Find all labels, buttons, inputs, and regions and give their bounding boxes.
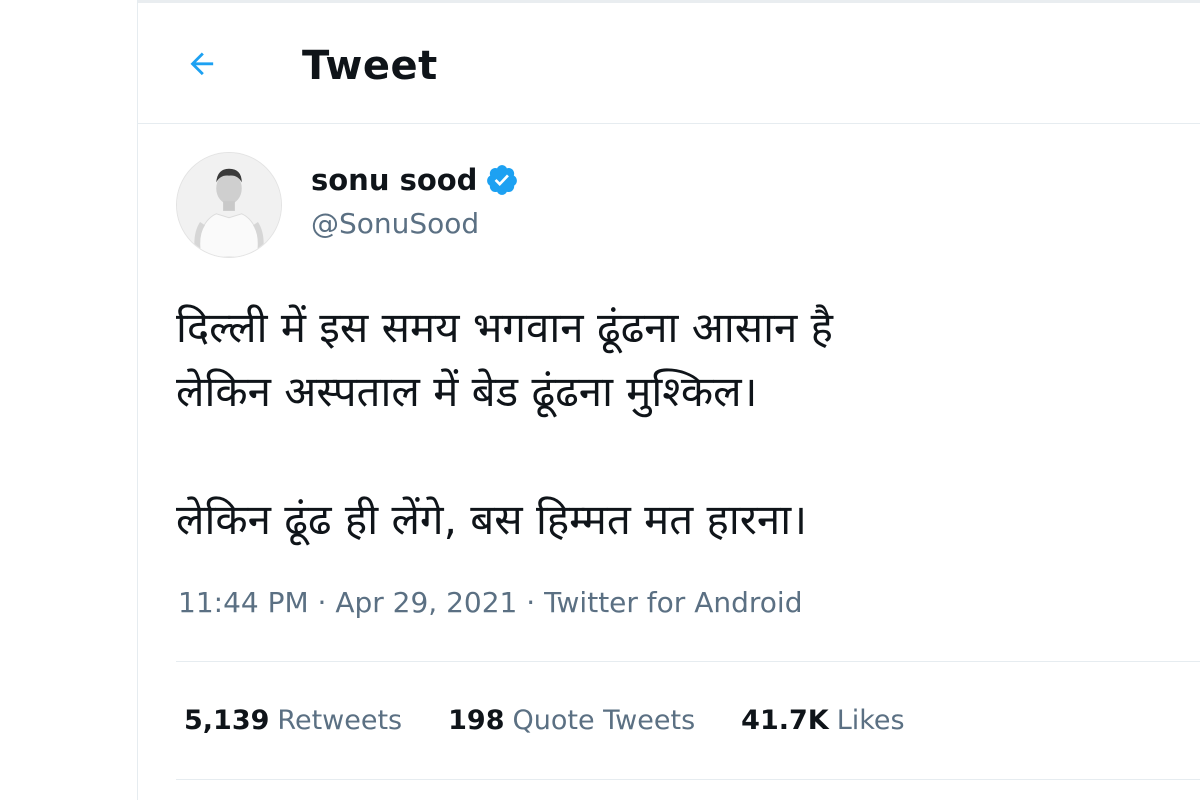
- tweet-line: दिल्ली में इस समय भगवान ढूंढना आसान है: [176, 303, 833, 352]
- arrow-left-icon: [190, 52, 214, 76]
- avatar[interactable]: [176, 152, 282, 258]
- quote-tweets-count: 198: [448, 705, 505, 736]
- divider: [176, 661, 1200, 662]
- retweets-count: 5,139: [184, 705, 270, 736]
- divider: [176, 779, 1200, 780]
- likes-label: Likes: [836, 705, 905, 736]
- quote-tweets-label: Quote Tweets: [512, 705, 696, 736]
- quote-tweets-stat[interactable]: 198 Quote Tweets: [448, 702, 695, 740]
- engagement-stats: 5,139 Retweets 198 Quote Tweets 41.7K Likes: [184, 702, 951, 740]
- back-button[interactable]: [176, 38, 228, 90]
- page-title: Tweet: [302, 43, 438, 89]
- author-name-row[interactable]: sonu sood: [311, 160, 519, 200]
- tweet-text: दिल्ली में इस समय भगवान ढूंढना आसान है ल…: [176, 296, 1176, 552]
- retweets-label: Retweets: [277, 705, 403, 736]
- tweet-header: [138, 3, 1200, 124]
- tweet-timestamp-source[interactable]: 11:44 PM · Apr 29, 2021 · Twitter for An…: [178, 584, 802, 622]
- profile-photo-icon: [177, 153, 281, 257]
- likes-stat[interactable]: 41.7K Likes: [741, 702, 904, 740]
- tweet-line: लेकिन ढूंढ ही लेंगे, बस हिम्मत मत हारना।: [176, 495, 808, 544]
- tweet-line: लेकिन अस्पताल में बेड ढूंढना मुश्किल।: [176, 367, 758, 416]
- likes-count: 41.7K: [741, 705, 829, 736]
- paragraph-break: [176, 424, 1176, 488]
- left-navigation-rail: [0, 0, 138, 800]
- author-name[interactable]: sonu sood: [311, 163, 477, 197]
- verified-badge-icon: [485, 163, 519, 197]
- retweets-stat[interactable]: 5,139 Retweets: [184, 702, 402, 740]
- author-handle[interactable]: @SonuSood: [311, 205, 479, 243]
